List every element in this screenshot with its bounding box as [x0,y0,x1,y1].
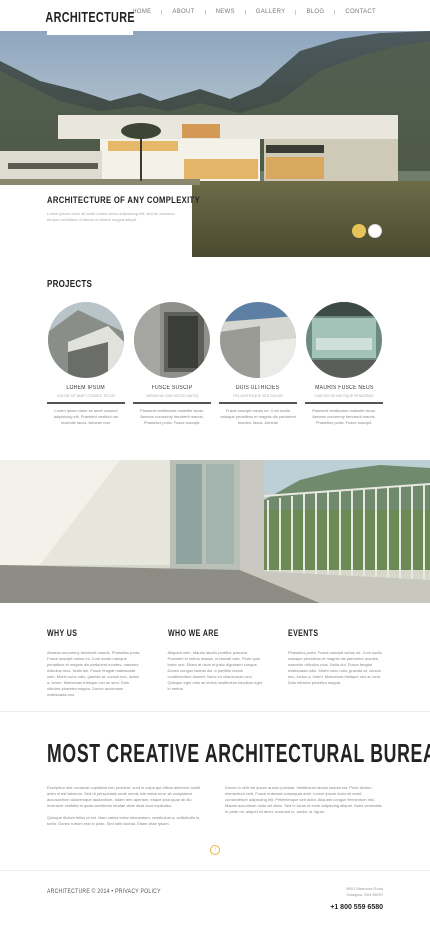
footer-address: 8901 Marmora Road Glasgow, D04 89GR [346,886,383,898]
nav-news[interactable]: NEWS [206,9,245,15]
project-description: Praesent vestibulum molestie lacus. Aene… [312,408,376,425]
slider-dot[interactable] [368,224,382,238]
project-description: Lorem ipsum dolor sit amet consect adipi… [53,408,119,425]
project-card[interactable]: FUSCE SUSCIP VARIUS MI CUM SOCIIS NATOQ … [133,302,211,426]
nav-gallery[interactable]: GALLERY [246,9,296,15]
site-logo[interactable]: ARCHITECTURE [45,9,135,26]
column-title: EVENTS [288,628,319,638]
footer-phone[interactable]: +1 800 559 6580 [330,904,383,911]
project-divider [133,402,211,404]
project-image[interactable] [220,302,296,378]
why-us-column: WHY US Aenean nonummy hendrerit mauris. … [47,628,142,698]
nav-contact[interactable]: CONTACT [335,9,386,15]
slider-dot-active[interactable] [352,224,366,238]
hero-caption: ARCHITECTURE OF ANY COMPLEXITY Lorem ips… [0,185,201,257]
project-divider [47,402,125,404]
bureau-text-right: Donec in velit vel ipsum auctor pulvinar… [225,785,383,827]
logo-box[interactable]: ARCHITECTURE [45,0,135,35]
address-line: Glasgow, D04 89GR [346,892,383,897]
paragraph: Excepteur sint occaecat cupidatat non pr… [47,785,200,808]
who-we-are-column: WHO WE ARE Aliquam nibh. Mauris iaculis … [168,628,263,698]
footer-copyright[interactable]: ARCHITECTURE © 2014 • PRIVACY POLICY [47,889,161,895]
paragraph: Quisque dictum tellus id est. Nam varius… [47,815,201,826]
project-subtitle: CUM SOCIIS NATOQUE PENATIBUS [314,394,374,398]
bureau-text-left: Excepteur sint occaecat cupidatat non pr… [47,785,205,827]
bureau-text: Excepteur sint occaecat cupidatat non pr… [47,785,383,827]
project-image[interactable] [134,302,210,378]
projects-heading: PROJECTS [47,279,93,290]
hero-text: Lorem ipsum dolor sit amet conse ctetur … [47,211,175,222]
column-title: WHO WE ARE [167,628,219,638]
slider-dots [352,224,382,238]
project-card[interactable]: MAURIS FUSCE NEUS CUM SOCIIS NATOQUE PEN… [305,302,383,426]
bureau-heading: MOST CREATIVE ARCHITECTURAL BUREAU [47,738,430,768]
column-title: WHY US [47,628,78,638]
project-divider [305,402,383,404]
project-description: Fusce suscipit varius mi. Cum sociis nat… [220,408,296,425]
project-name[interactable]: MAURIS FUSCE NEUS [315,385,373,391]
project-image[interactable] [48,302,124,378]
scroll-up-icon[interactable]: ↑ [210,845,220,855]
column-text: Phasellus porta. Fusce suscipit varius m… [288,650,383,685]
main-nav: HOME ABOUT NEWS GALLERY BLOG CONTACT [122,9,386,31]
projects-list: LOREM IPSUM DOLOR SIT AMET CONSEC TETUR … [47,302,383,426]
project-card[interactable]: LOREM IPSUM DOLOR SIT AMET CONSEC TETUR … [47,302,125,426]
section-divider [0,711,430,712]
project-divider [219,402,297,404]
balcony-image [0,460,430,603]
project-name[interactable]: FUSCE SUSCIP [152,385,193,391]
project-description: Praesent vestibulum molestie lacus. Aene… [140,408,204,425]
project-card[interactable]: DUIS ULTRICIES PELLENTESQUE SED DOLOR Fu… [219,302,297,426]
footer-divider [0,870,430,871]
nav-about[interactable]: ABOUT [162,9,204,15]
project-name[interactable]: LOREM IPSUM [67,385,106,391]
nav-blog[interactable]: BLOG [296,9,334,15]
column-text: Aenean nonummy hendrerit mauris. Phasell… [47,650,141,697]
project-subtitle: VARIUS MI CUM SOCIIS NATOQ [145,394,199,398]
info-columns: WHY US Aenean nonummy hendrerit mauris. … [47,628,383,698]
paragraph: Donec in velit vel ipsum auctor pulvinar… [225,785,383,814]
column-text: Aliquam nibh. Mauris iaculis porttitor p… [167,650,263,691]
site-header: ARCHITECTURE HOME ABOUT NEWS GALLERY BLO… [0,0,430,35]
project-name[interactable]: DUIS ULTRICIES [236,385,279,391]
events-column: EVENTS Phasellus porta. Fusce suscipit v… [288,628,383,698]
project-image[interactable] [306,302,382,378]
project-subtitle: DOLOR SIT AMET CONSEC TETUR [57,394,115,398]
hero-title: ARCHITECTURE OF ANY COMPLEXITY [47,195,201,205]
project-subtitle: PELLENTESQUE SED DOLOR [233,394,283,398]
